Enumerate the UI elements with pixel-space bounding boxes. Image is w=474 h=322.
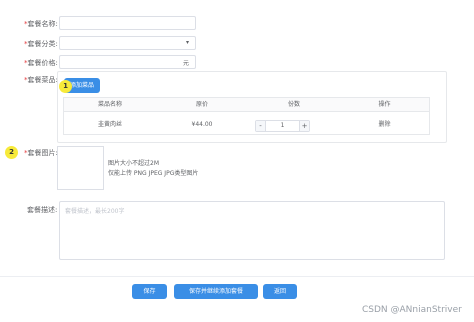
dish-table: 菜品名称 原价 份数 操作 韭黄肉丝 ¥44.00 - 1 + 删除 [63, 97, 430, 135]
save-continue-button[interactable]: 保存并继续添加套餐 [174, 284, 258, 299]
desc-label: 套餐描述: [27, 206, 58, 214]
table-header-action: 操作 [378, 101, 391, 108]
annotation-badge-2: 2 [5, 146, 18, 159]
delete-link[interactable]: 删除 [340, 116, 429, 134]
save-button[interactable]: 保存 [132, 284, 167, 299]
category-label: *套餐分类: [24, 40, 58, 48]
table-header-price: 原价 [195, 101, 208, 108]
price-suffix: 元 [182, 60, 189, 67]
desc-textarea[interactable]: 套餐描述，最长200字 [59, 201, 445, 260]
chevron-down-icon: ▾ [185, 39, 189, 46]
price-input[interactable]: 元 [59, 55, 196, 69]
price-label: *套餐价格: [24, 59, 58, 67]
annotation-badge-1: 1 [59, 80, 72, 93]
dish-price-cell: ¥44.00 [191, 121, 213, 128]
name-input[interactable] [59, 16, 196, 30]
image-hint-type: 仅能上传 PNG JPEG JPG类型图片 [108, 170, 199, 177]
watermark: CSDN @ANnianStriver [362, 305, 462, 315]
image-label: *套餐图片: [24, 149, 58, 157]
quantity-stepper[interactable]: - 1 + [255, 120, 310, 132]
plus-button[interactable]: + [299, 121, 309, 131]
back-button[interactable]: 返回 [263, 284, 297, 299]
table-header-qty: 份数 [287, 101, 300, 108]
category-select[interactable]: ▾ [59, 36, 196, 50]
name-label: *套餐名称: [24, 20, 58, 28]
image-upload-box[interactable] [57, 146, 104, 190]
desc-placeholder: 套餐描述，最长200字 [65, 208, 125, 215]
quantity-value[interactable]: 1 [266, 121, 299, 131]
minus-button[interactable]: - [256, 121, 266, 131]
dishes-label: *套餐菜品: [24, 76, 58, 84]
image-hint-size: 图片大小不超过2M [108, 160, 159, 167]
table-header-name: 菜品名称 [97, 101, 122, 108]
dish-name-cell: 韭黄肉丝 [97, 121, 122, 128]
footer-divider [0, 276, 474, 277]
